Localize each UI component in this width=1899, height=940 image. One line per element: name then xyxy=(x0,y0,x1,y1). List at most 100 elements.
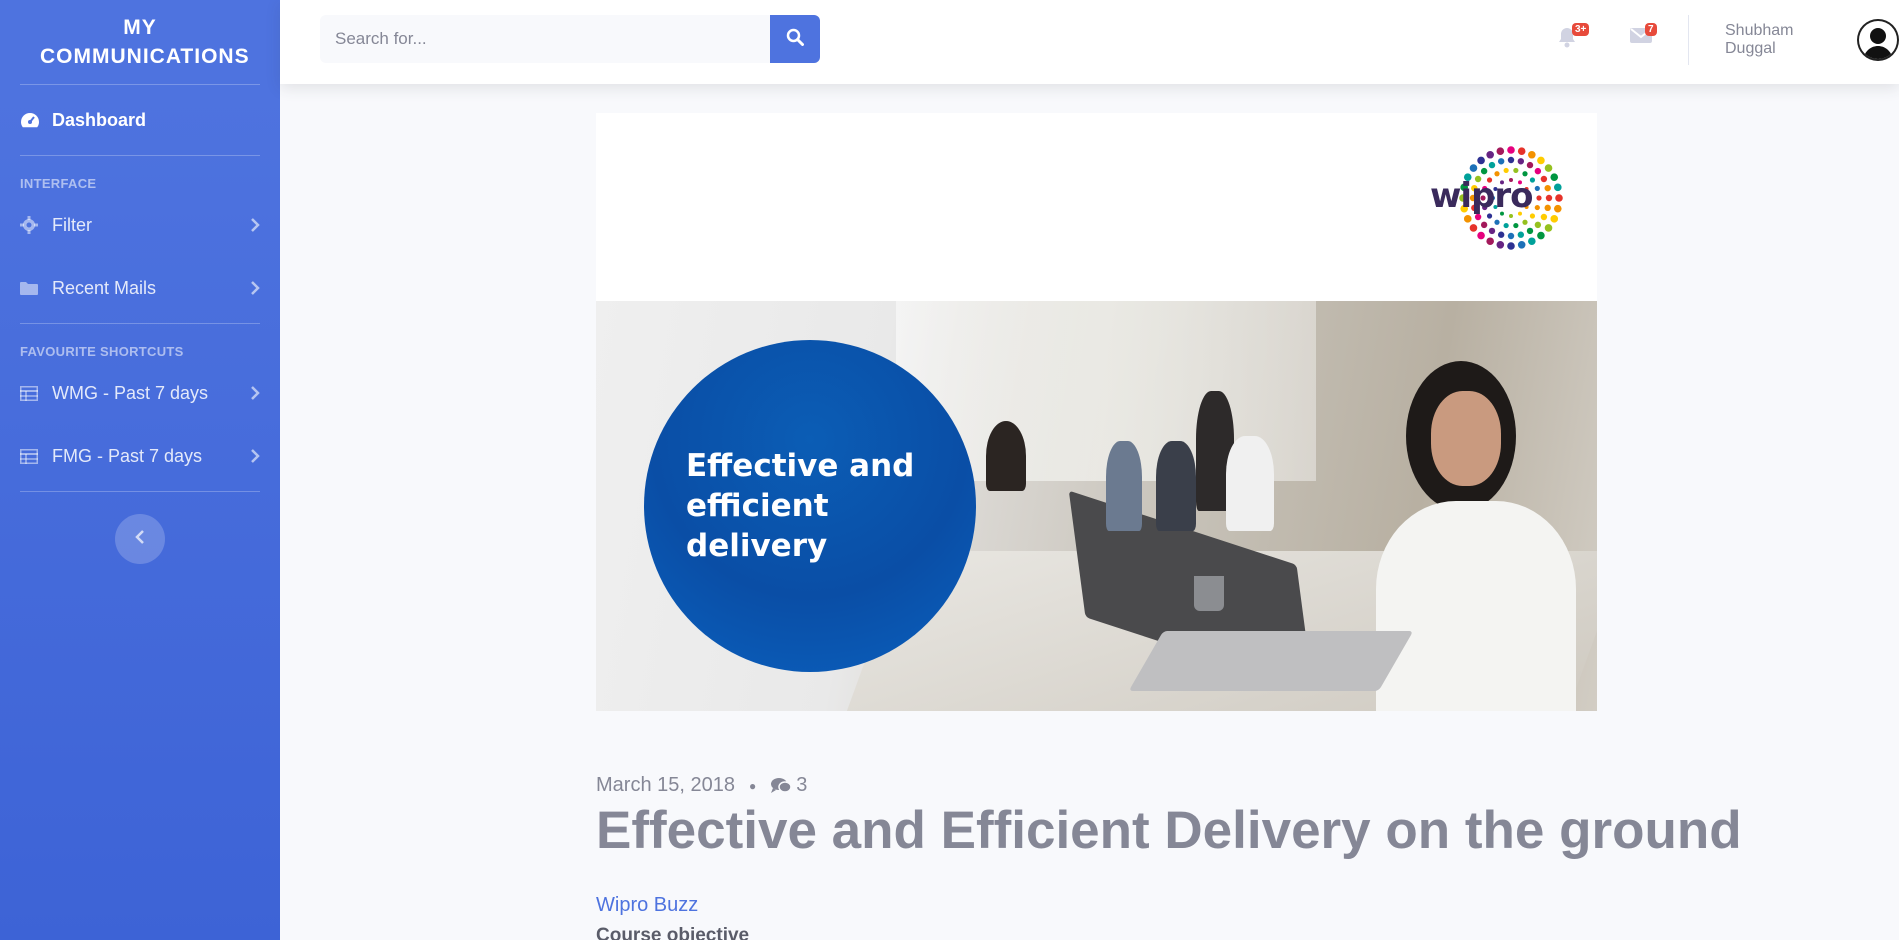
logo-dot xyxy=(1528,237,1536,246)
banner-header: wipro xyxy=(596,113,1597,301)
office-photo: Effective and efficient delivery xyxy=(596,301,1597,711)
logo-dot xyxy=(1513,167,1519,174)
logo-dot xyxy=(1550,173,1559,181)
logo-dot xyxy=(1537,231,1545,240)
sidebar-item-recent-mails[interactable]: Recent Mails xyxy=(0,253,280,323)
comments-icon xyxy=(770,777,792,795)
folder-icon xyxy=(20,281,52,296)
chevron-right-icon xyxy=(246,449,260,463)
logo-dot xyxy=(1540,175,1548,183)
chevron-right-icon xyxy=(246,218,260,232)
logo-dot xyxy=(1534,221,1542,229)
logo-dot xyxy=(1503,222,1509,229)
logo-dot xyxy=(1544,224,1553,232)
meta-separator: ● xyxy=(748,778,757,793)
sidebar-item-fmg[interactable]: FMG - Past 7 days xyxy=(0,421,280,491)
bell-icon xyxy=(1557,28,1577,52)
logo-dot xyxy=(1517,240,1526,249)
sidebar-item-label: Dashboard xyxy=(52,109,147,130)
sidebar-item-filter[interactable]: Filter xyxy=(0,197,280,253)
logo-dot xyxy=(1507,146,1515,154)
logo-dot xyxy=(1526,161,1534,169)
logo-dot xyxy=(1469,224,1478,232)
post-meta: March 15, 2018 ● 3 xyxy=(596,774,807,797)
logo-dot xyxy=(1507,242,1515,250)
logo-dot xyxy=(1503,167,1509,174)
banner-circle-text: Effective and efficient delivery xyxy=(686,446,976,566)
logo-dot xyxy=(1528,150,1536,159)
alerts-button[interactable]: 3+ xyxy=(1557,23,1590,54)
post-category-link[interactable]: Wipro Buzz xyxy=(596,894,698,917)
logo-dot xyxy=(1540,213,1548,221)
logo-dot xyxy=(1536,195,1542,201)
table-icon xyxy=(20,385,52,401)
logo-dot xyxy=(1537,156,1545,165)
user-menu[interactable]: Shubham Duggal xyxy=(1725,18,1899,62)
article-banner: wipro Effective and efficient delivery xyxy=(596,113,1597,711)
logo-dot xyxy=(1544,164,1553,172)
brand-text: MY COMMUNICATIONS xyxy=(40,16,250,68)
laptop-keyboard xyxy=(1128,631,1414,691)
logo-dot xyxy=(1497,158,1505,165)
messages-button[interactable]: 7 xyxy=(1630,23,1660,54)
logo-dot xyxy=(1486,237,1494,246)
logo-dot xyxy=(1480,167,1488,175)
search-form xyxy=(320,15,820,63)
logo-dot xyxy=(1550,215,1559,223)
sidebar-item-label: Filter xyxy=(52,214,92,235)
logo-dot xyxy=(1517,147,1526,156)
sidebar-heading-shortcuts: FAVOURITE SHORTCUTS xyxy=(20,344,184,359)
topbar: 3+ 7 Shubham Duggal xyxy=(280,0,1899,84)
logo-dot xyxy=(1469,164,1478,172)
logo-dot xyxy=(1553,204,1562,213)
chevron-right-icon xyxy=(246,386,260,400)
logo-dot xyxy=(1507,232,1515,240)
sidebar-toggle-button[interactable] xyxy=(115,514,165,564)
logo-dot xyxy=(1463,215,1472,223)
sidebar-item-label: FMG - Past 7 days xyxy=(52,445,203,466)
person-figure xyxy=(1376,361,1576,711)
logo-text: wipro xyxy=(1430,176,1534,216)
post-title: Effective and Efficient Delivery on the … xyxy=(596,801,1742,860)
mug xyxy=(1194,576,1224,611)
brand-title[interactable]: MY COMMUNICATIONS xyxy=(0,0,280,84)
gear-icon xyxy=(20,216,52,234)
banner-line-1: Effective and xyxy=(686,448,915,484)
banner-circle: Effective and efficient delivery xyxy=(644,340,976,672)
sidebar: MY COMMUNICATIONS Dashboard INTERFACE Fi… xyxy=(0,0,280,940)
logo-dot xyxy=(1526,227,1534,235)
logo-dot xyxy=(1513,222,1519,229)
background-people xyxy=(986,381,1276,531)
sidebar-divider xyxy=(20,491,260,492)
logo-dot xyxy=(1544,204,1551,212)
post-date: March 15, 2018 xyxy=(596,774,735,796)
logo-dot xyxy=(1534,185,1540,192)
logo-dot xyxy=(1494,219,1500,225)
logo-dot xyxy=(1544,184,1551,192)
logo-dot xyxy=(1486,150,1494,159)
search-button[interactable] xyxy=(770,15,820,63)
logo-dot xyxy=(1497,231,1505,238)
search-input[interactable] xyxy=(320,15,770,63)
sidebar-item-label: Recent Mails xyxy=(52,277,157,298)
logo-dot xyxy=(1488,161,1496,169)
comments-link[interactable]: 3 xyxy=(770,774,807,797)
chevron-left-icon xyxy=(135,529,145,549)
sidebar-item-wmg[interactable]: WMG - Past 7 days xyxy=(0,365,280,421)
logo-dot xyxy=(1480,221,1488,229)
sidebar-item-dashboard[interactable]: Dashboard xyxy=(0,85,280,155)
logo-dot xyxy=(1496,240,1505,249)
logo-dot xyxy=(1477,156,1485,165)
comment-count: 3 xyxy=(796,774,808,796)
logo-dot xyxy=(1555,194,1563,202)
logo-dot xyxy=(1517,158,1525,165)
wipro-logo: wipro xyxy=(1423,143,1573,253)
sidebar-heading-interface: INTERFACE xyxy=(20,176,97,191)
logo-dot xyxy=(1507,156,1515,164)
post-subheading: Course objective xyxy=(596,925,750,940)
user-silhouette-icon xyxy=(1863,28,1894,59)
table-icon xyxy=(20,448,52,464)
logo-dot xyxy=(1522,219,1528,225)
topbar-divider xyxy=(1688,15,1689,65)
banner-line-2: efficient delivery xyxy=(686,488,829,564)
